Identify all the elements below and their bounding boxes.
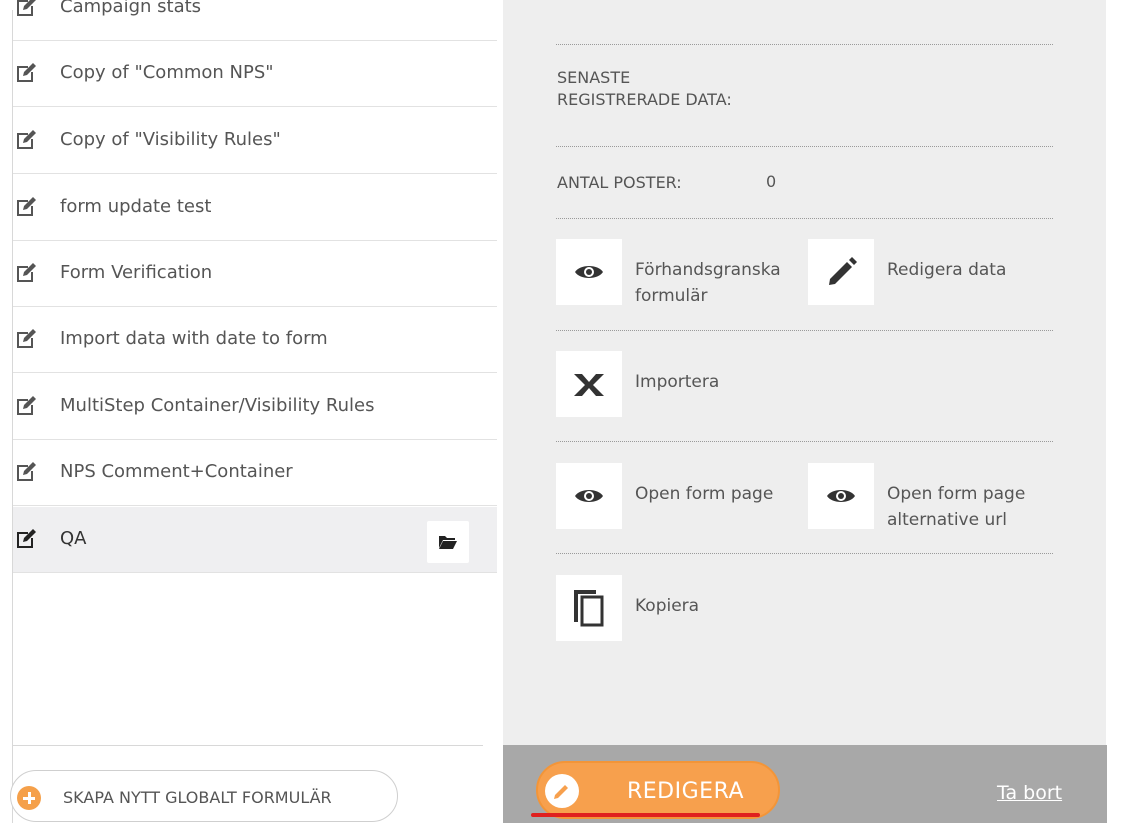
last-registered-data-label: SENASTE REGISTRERADE DATA:: [557, 68, 732, 109]
list-item[interactable]: Copy of "Common NPS": [13, 41, 497, 107]
list-item-label: QA: [60, 528, 87, 549]
edit-data-button[interactable]: [808, 239, 874, 305]
edit-form-button[interactable]: REDIGERA: [536, 761, 780, 819]
form-list-panel: Campaign stats Copy of "Common NPS" Copy…: [0, 0, 503, 823]
list-item-label: Import data with date to form: [60, 328, 328, 349]
create-global-form-label: SKAPA NYTT GLOBALT FORMULÄR: [63, 788, 332, 807]
divider: [556, 218, 1053, 219]
list-item[interactable]: NPS Comment+Container: [13, 440, 497, 506]
edit-icon: [17, 529, 36, 548]
list-item[interactable]: MultiStep Container/Visibility Rules: [13, 374, 497, 440]
list-item-label: Copy of "Visibility Rules": [60, 129, 281, 150]
record-count-value: 0: [766, 172, 777, 191]
open-form-page-button[interactable]: [556, 463, 622, 529]
preview-form-button[interactable]: [556, 239, 622, 305]
excel-icon: [574, 374, 604, 396]
list-item-label: Copy of "Common NPS": [60, 62, 274, 83]
plus-icon: [17, 786, 41, 810]
open-form-page-alt-button[interactable]: [808, 463, 874, 529]
pencil-circle: [545, 774, 579, 808]
create-global-form-button[interactable]: SKAPA NYTT GLOBALT FORMULÄR: [10, 770, 398, 822]
eye-icon: [575, 266, 603, 278]
list-item-selected[interactable]: QA: [13, 507, 497, 573]
eye-icon: [827, 490, 855, 502]
open-form-page-label[interactable]: Open form page: [635, 481, 773, 507]
list-item-label: MultiStep Container/Visibility Rules: [60, 395, 375, 416]
edit-icon: [17, 0, 36, 16]
right-edge: [1106, 0, 1122, 823]
divider: [556, 44, 1053, 45]
edit-icon: [17, 396, 36, 415]
copy-button[interactable]: [556, 575, 622, 641]
edit-icon: [17, 329, 36, 348]
divider: [556, 146, 1053, 147]
edit-icon: [17, 263, 36, 282]
delete-link[interactable]: Ta bort: [997, 782, 1062, 804]
edit-form-label: REDIGERA: [627, 779, 745, 804]
divider: [13, 745, 483, 746]
highlight-underline: [531, 813, 760, 817]
copy-label[interactable]: Kopiera: [635, 593, 699, 619]
edit-icon: [17, 130, 36, 149]
list-item-label: form update test: [60, 196, 212, 217]
copy-icon: [574, 590, 604, 627]
eye-icon: [575, 490, 603, 502]
list-item-label: Form Verification: [60, 262, 213, 283]
list-item-partial[interactable]: Campaign stats: [13, 0, 497, 41]
divider: [556, 553, 1053, 554]
list-item[interactable]: Form Verification: [13, 241, 497, 307]
list-item[interactable]: form update test: [13, 175, 497, 241]
divider: [556, 441, 1053, 442]
edit-icon: [17, 462, 36, 481]
list-item-label: Campaign stats: [60, 0, 202, 17]
import-button[interactable]: [556, 351, 622, 417]
folder-icon: [439, 536, 457, 549]
preview-form-label[interactable]: Förhandsgranska formulär: [635, 257, 810, 309]
edit-icon: [17, 197, 36, 216]
import-label[interactable]: Importera: [635, 369, 719, 395]
folder-button[interactable]: [427, 521, 469, 563]
record-count-label: ANTAL POSTER:: [557, 173, 682, 192]
list-item[interactable]: Copy of "Visibility Rules": [13, 108, 497, 174]
pencil-icon: [554, 785, 568, 799]
edit-icon: [17, 63, 36, 82]
list-item-label: NPS Comment+Container: [60, 461, 293, 482]
pencil-icon: [829, 257, 857, 285]
open-form-page-alt-label[interactable]: Open form page alternative url: [887, 481, 1057, 533]
list-item[interactable]: Import data with date to form: [13, 307, 497, 373]
divider: [556, 330, 1053, 331]
edit-data-label[interactable]: Redigera data: [887, 257, 1006, 283]
